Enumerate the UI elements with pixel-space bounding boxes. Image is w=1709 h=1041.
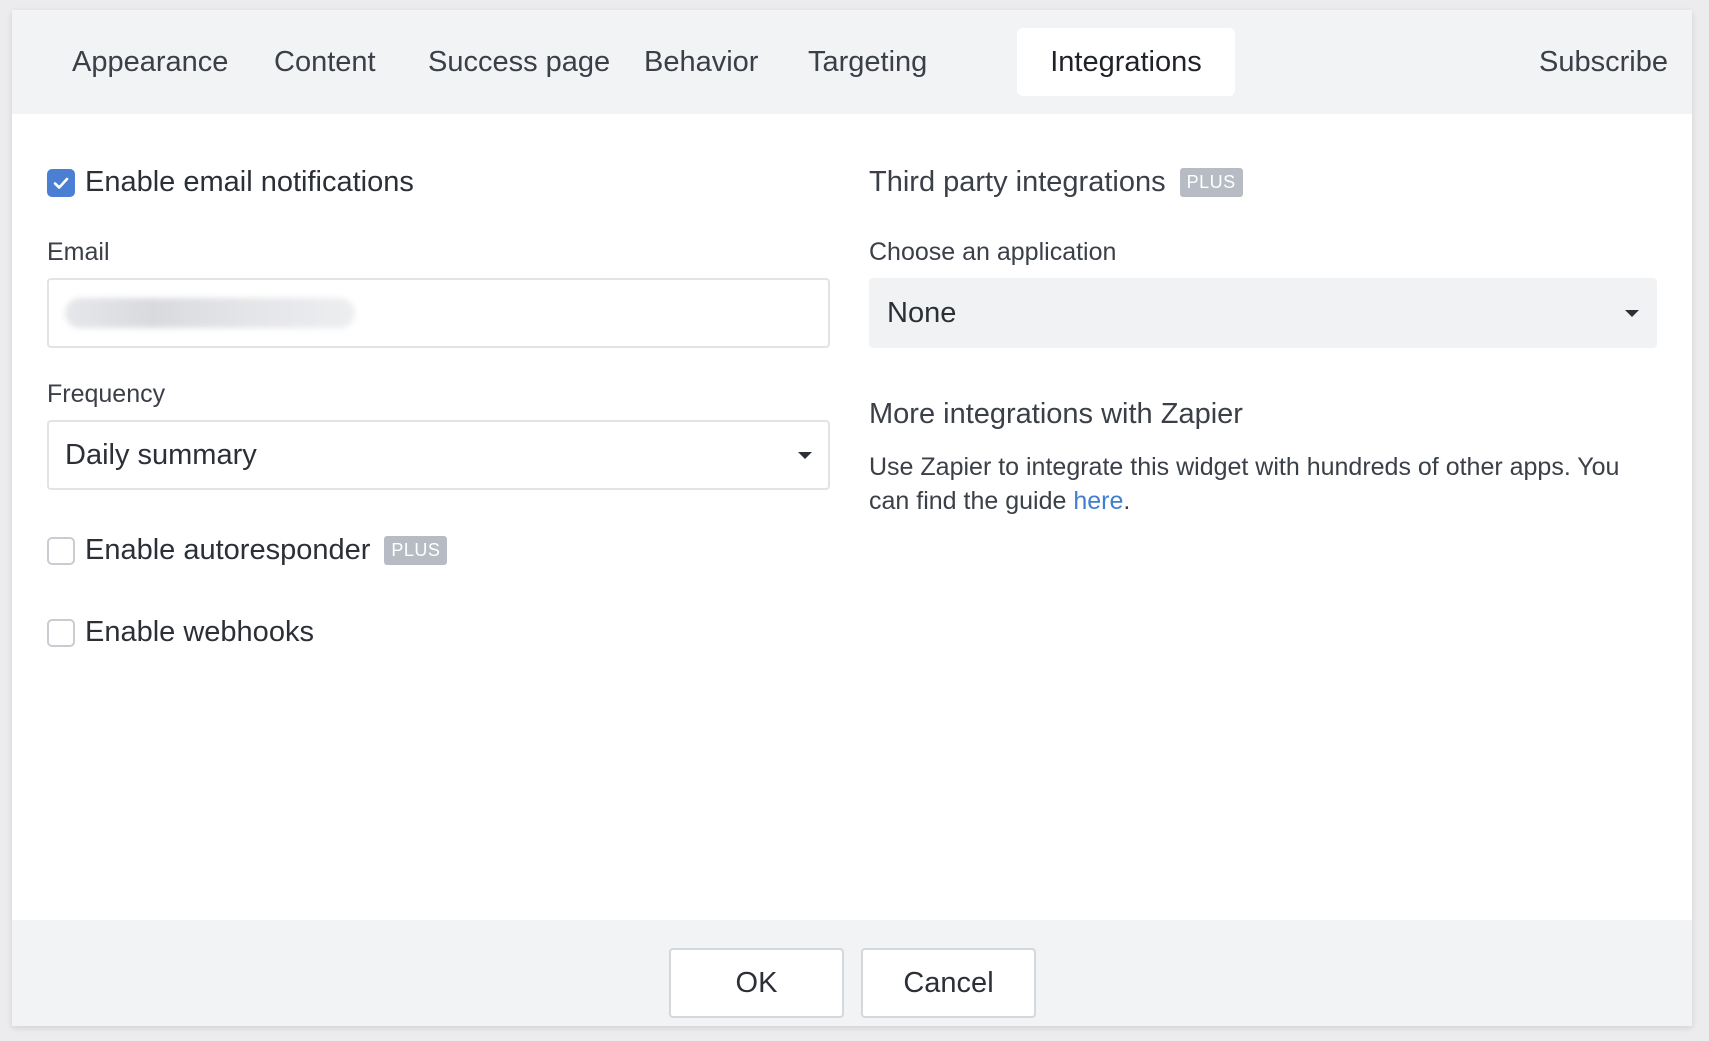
email-input[interactable]: [47, 278, 830, 348]
email-label: Email: [47, 238, 110, 266]
choose-application-label: Choose an application: [869, 238, 1117, 266]
zapier-text: Use Zapier to integrate this widget with…: [869, 453, 1620, 515]
zapier-text-end: .: [1123, 487, 1131, 515]
dialog-footer: OK Cancel: [12, 920, 1692, 1026]
webhooks-checkbox[interactable]: [47, 618, 75, 647]
settings-dialog: Appearance Content Success page Behavior…: [12, 10, 1692, 1026]
caret-down-icon: [798, 451, 812, 459]
plus-badge: PLUS: [384, 536, 448, 565]
zapier-title: More integrations with Zapier: [869, 398, 1243, 430]
plus-badge: PLUS: [1179, 168, 1243, 197]
frequency-label: Frequency: [47, 380, 166, 408]
checkmark-icon: [53, 177, 69, 189]
email-notifications-checkbox[interactable]: [47, 168, 75, 197]
email-notifications-row[interactable]: Enable email notifications: [47, 166, 414, 199]
cancel-button[interactable]: Cancel: [861, 948, 1036, 1018]
tab-targeting[interactable]: Targeting: [778, 28, 957, 96]
tab-content[interactable]: Content: [244, 28, 406, 96]
ok-button[interactable]: OK: [669, 948, 844, 1018]
autoresponder-checkbox[interactable]: [47, 536, 75, 565]
tab-subscribe[interactable]: Subscribe: [1539, 28, 1668, 96]
autoresponder-row[interactable]: Enable autoresponder PLUS: [47, 534, 448, 567]
frequency-select[interactable]: Daily summary: [47, 420, 830, 490]
tab-bar: Appearance Content Success page Behavior…: [12, 10, 1692, 114]
application-value: None: [887, 296, 957, 329]
webhooks-row[interactable]: Enable webhooks: [47, 616, 314, 649]
frequency-value: Daily summary: [65, 438, 257, 471]
tab-behavior[interactable]: Behavior: [614, 28, 788, 96]
third-party-title: Third party integrations: [869, 166, 1166, 198]
redacted-email-value: [65, 298, 355, 328]
application-select[interactable]: None: [869, 278, 1657, 348]
email-notifications-label: Enable email notifications: [85, 166, 414, 198]
tab-success-page[interactable]: Success page: [398, 28, 640, 96]
webhooks-label: Enable webhooks: [85, 616, 314, 648]
zapier-description: Use Zapier to integrate this widget with…: [869, 450, 1657, 518]
integrations-panel: Enable email notifications Email Frequen…: [12, 114, 1692, 929]
caret-down-icon: [1625, 309, 1639, 317]
tab-integrations[interactable]: Integrations: [1017, 28, 1235, 96]
autoresponder-label: Enable autoresponder: [85, 534, 371, 566]
third-party-heading: Third party integrations PLUS: [869, 166, 1243, 199]
zapier-guide-link[interactable]: here: [1073, 487, 1123, 515]
tab-appearance[interactable]: Appearance: [42, 28, 258, 96]
